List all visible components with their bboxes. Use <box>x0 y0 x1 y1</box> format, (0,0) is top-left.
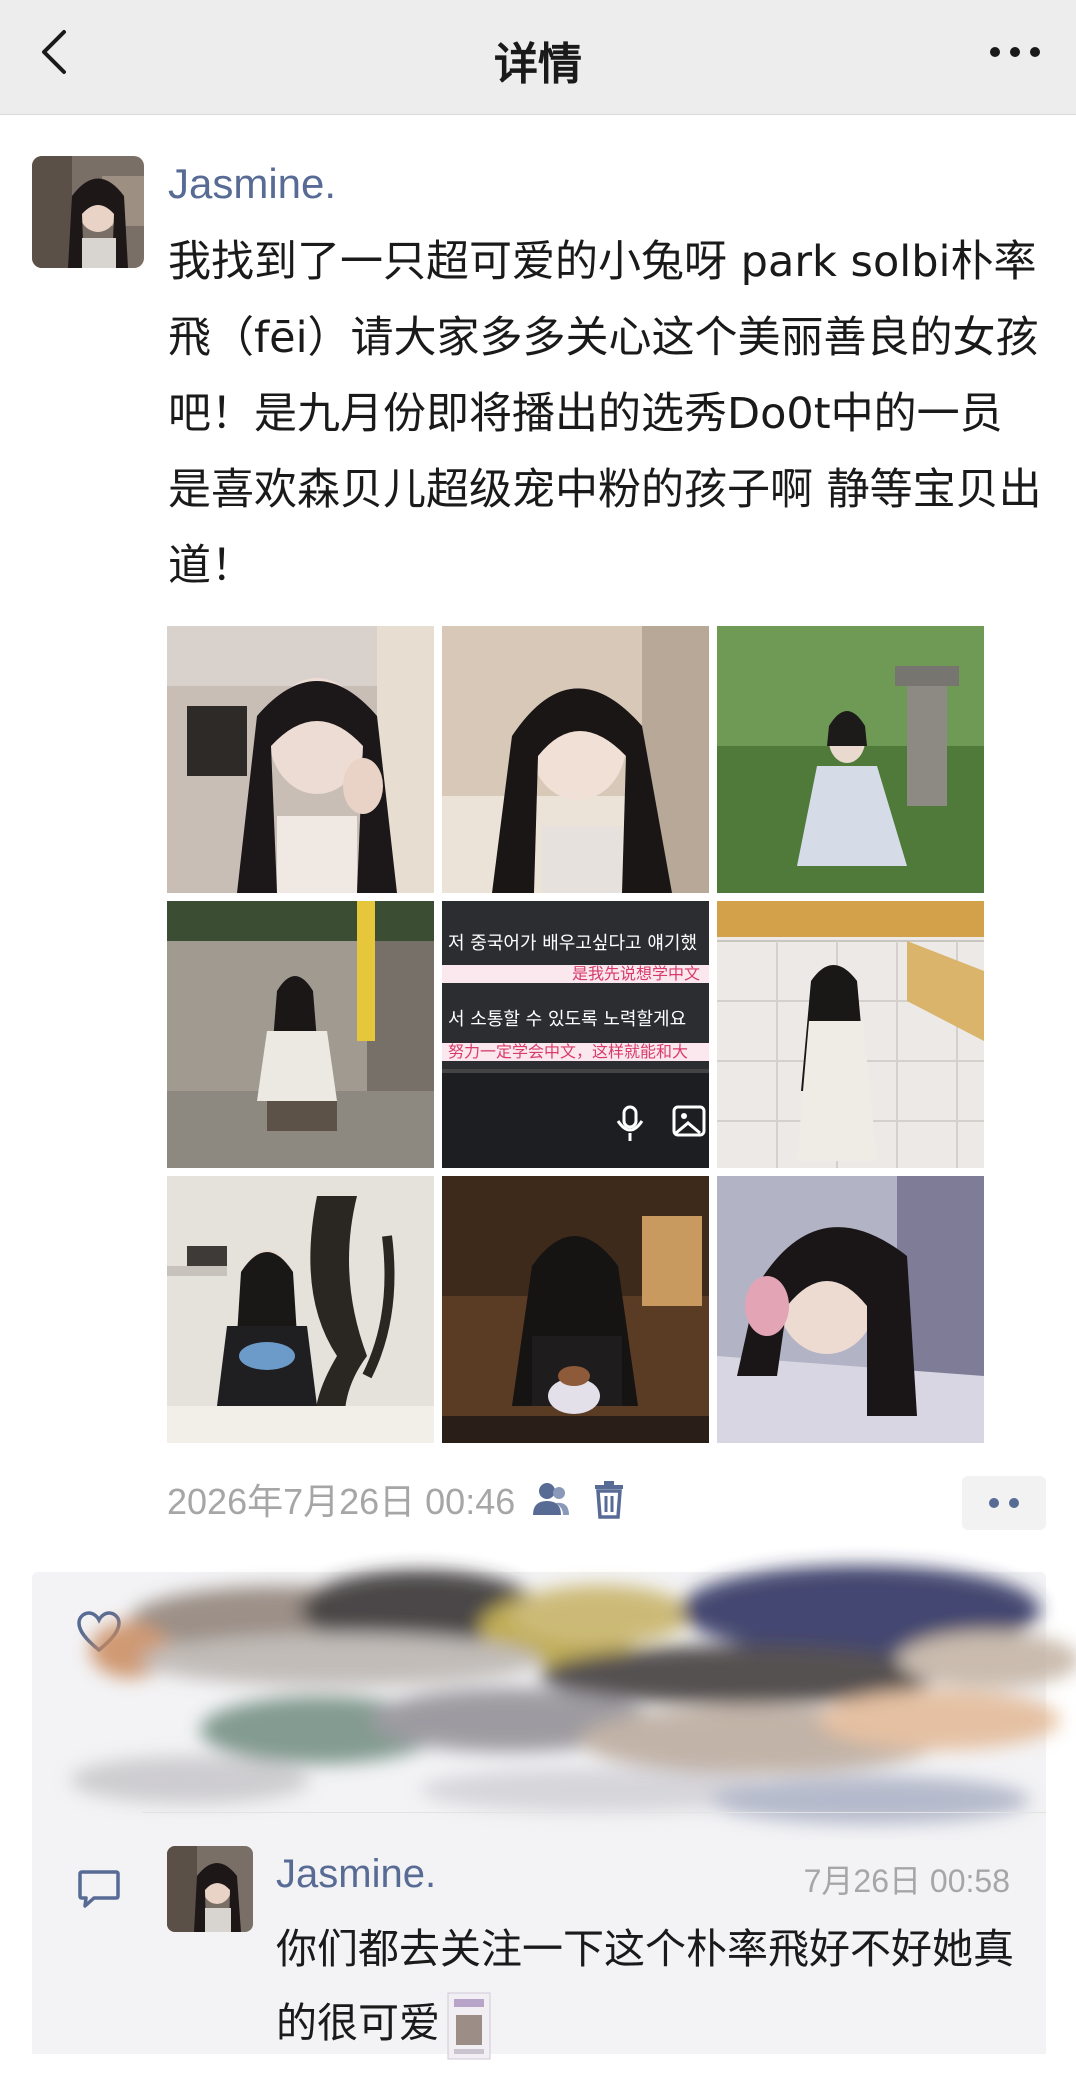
post-photo[interactable] <box>717 1176 984 1443</box>
screenshot-line-3: 서 소통할 수 있도록 노력할게요 <box>448 1009 686 1030</box>
post-photo[interactable] <box>442 1176 709 1443</box>
more-button[interactable] <box>980 32 1050 72</box>
photo-grid: 저 중국어가 배우고싶다고 얘기했 是我先说想学中文 서 소통할 수 있도록 노… <box>167 626 987 1443</box>
sticker-image <box>446 1991 492 2061</box>
post-photo[interactable] <box>717 626 984 893</box>
comment-text[interactable]: 你们都去关注一下这个朴率飛好不好她真的很可爱 <box>276 1912 1016 2061</box>
top-bar: 详情 <box>0 0 1076 115</box>
author-avatar[interactable] <box>32 156 144 268</box>
comment-time: 7月26日 00:58 <box>803 1863 1010 1899</box>
commenter-avatar[interactable] <box>167 1846 253 1932</box>
comment-text-content: 你们都去关注一下这个朴率飛好不好她真的很可爱 <box>276 1925 1014 2047</box>
screenshot-line-4: 努力一定学会中文，这样就能和大 <box>448 1042 688 1061</box>
post-photo[interactable] <box>442 626 709 893</box>
post-photo[interactable] <box>167 626 434 893</box>
post-photo[interactable] <box>167 901 434 1168</box>
speech-bubble-icon <box>76 1866 122 1912</box>
page-title: 详情 <box>494 39 582 90</box>
screenshot-line-2: 是我先说想学中文 <box>572 964 700 983</box>
screenshot-photo[interactable]: 저 중국어가 배우고싶다고 얘기했 是我先说想学中文 서 소통할 수 있도록 노… <box>442 901 709 1168</box>
post-text: 我找到了一只超可爱的小兔呀 park solbi朴率飛（fēi）请大家多多关心这… <box>168 237 1042 591</box>
author-name[interactable]: Jasmine. <box>168 160 336 208</box>
screenshot-line-1: 저 중국어가 배우고싶다고 얘기했 <box>448 933 697 954</box>
post-photo[interactable] <box>167 1176 434 1443</box>
post-photo[interactable] <box>717 901 984 1168</box>
more-horizontal-icon <box>990 47 1040 57</box>
obscured-likes-list <box>40 1510 1076 1840</box>
divider <box>142 1812 1046 1813</box>
commenter-name[interactable]: Jasmine. <box>276 1852 436 1897</box>
